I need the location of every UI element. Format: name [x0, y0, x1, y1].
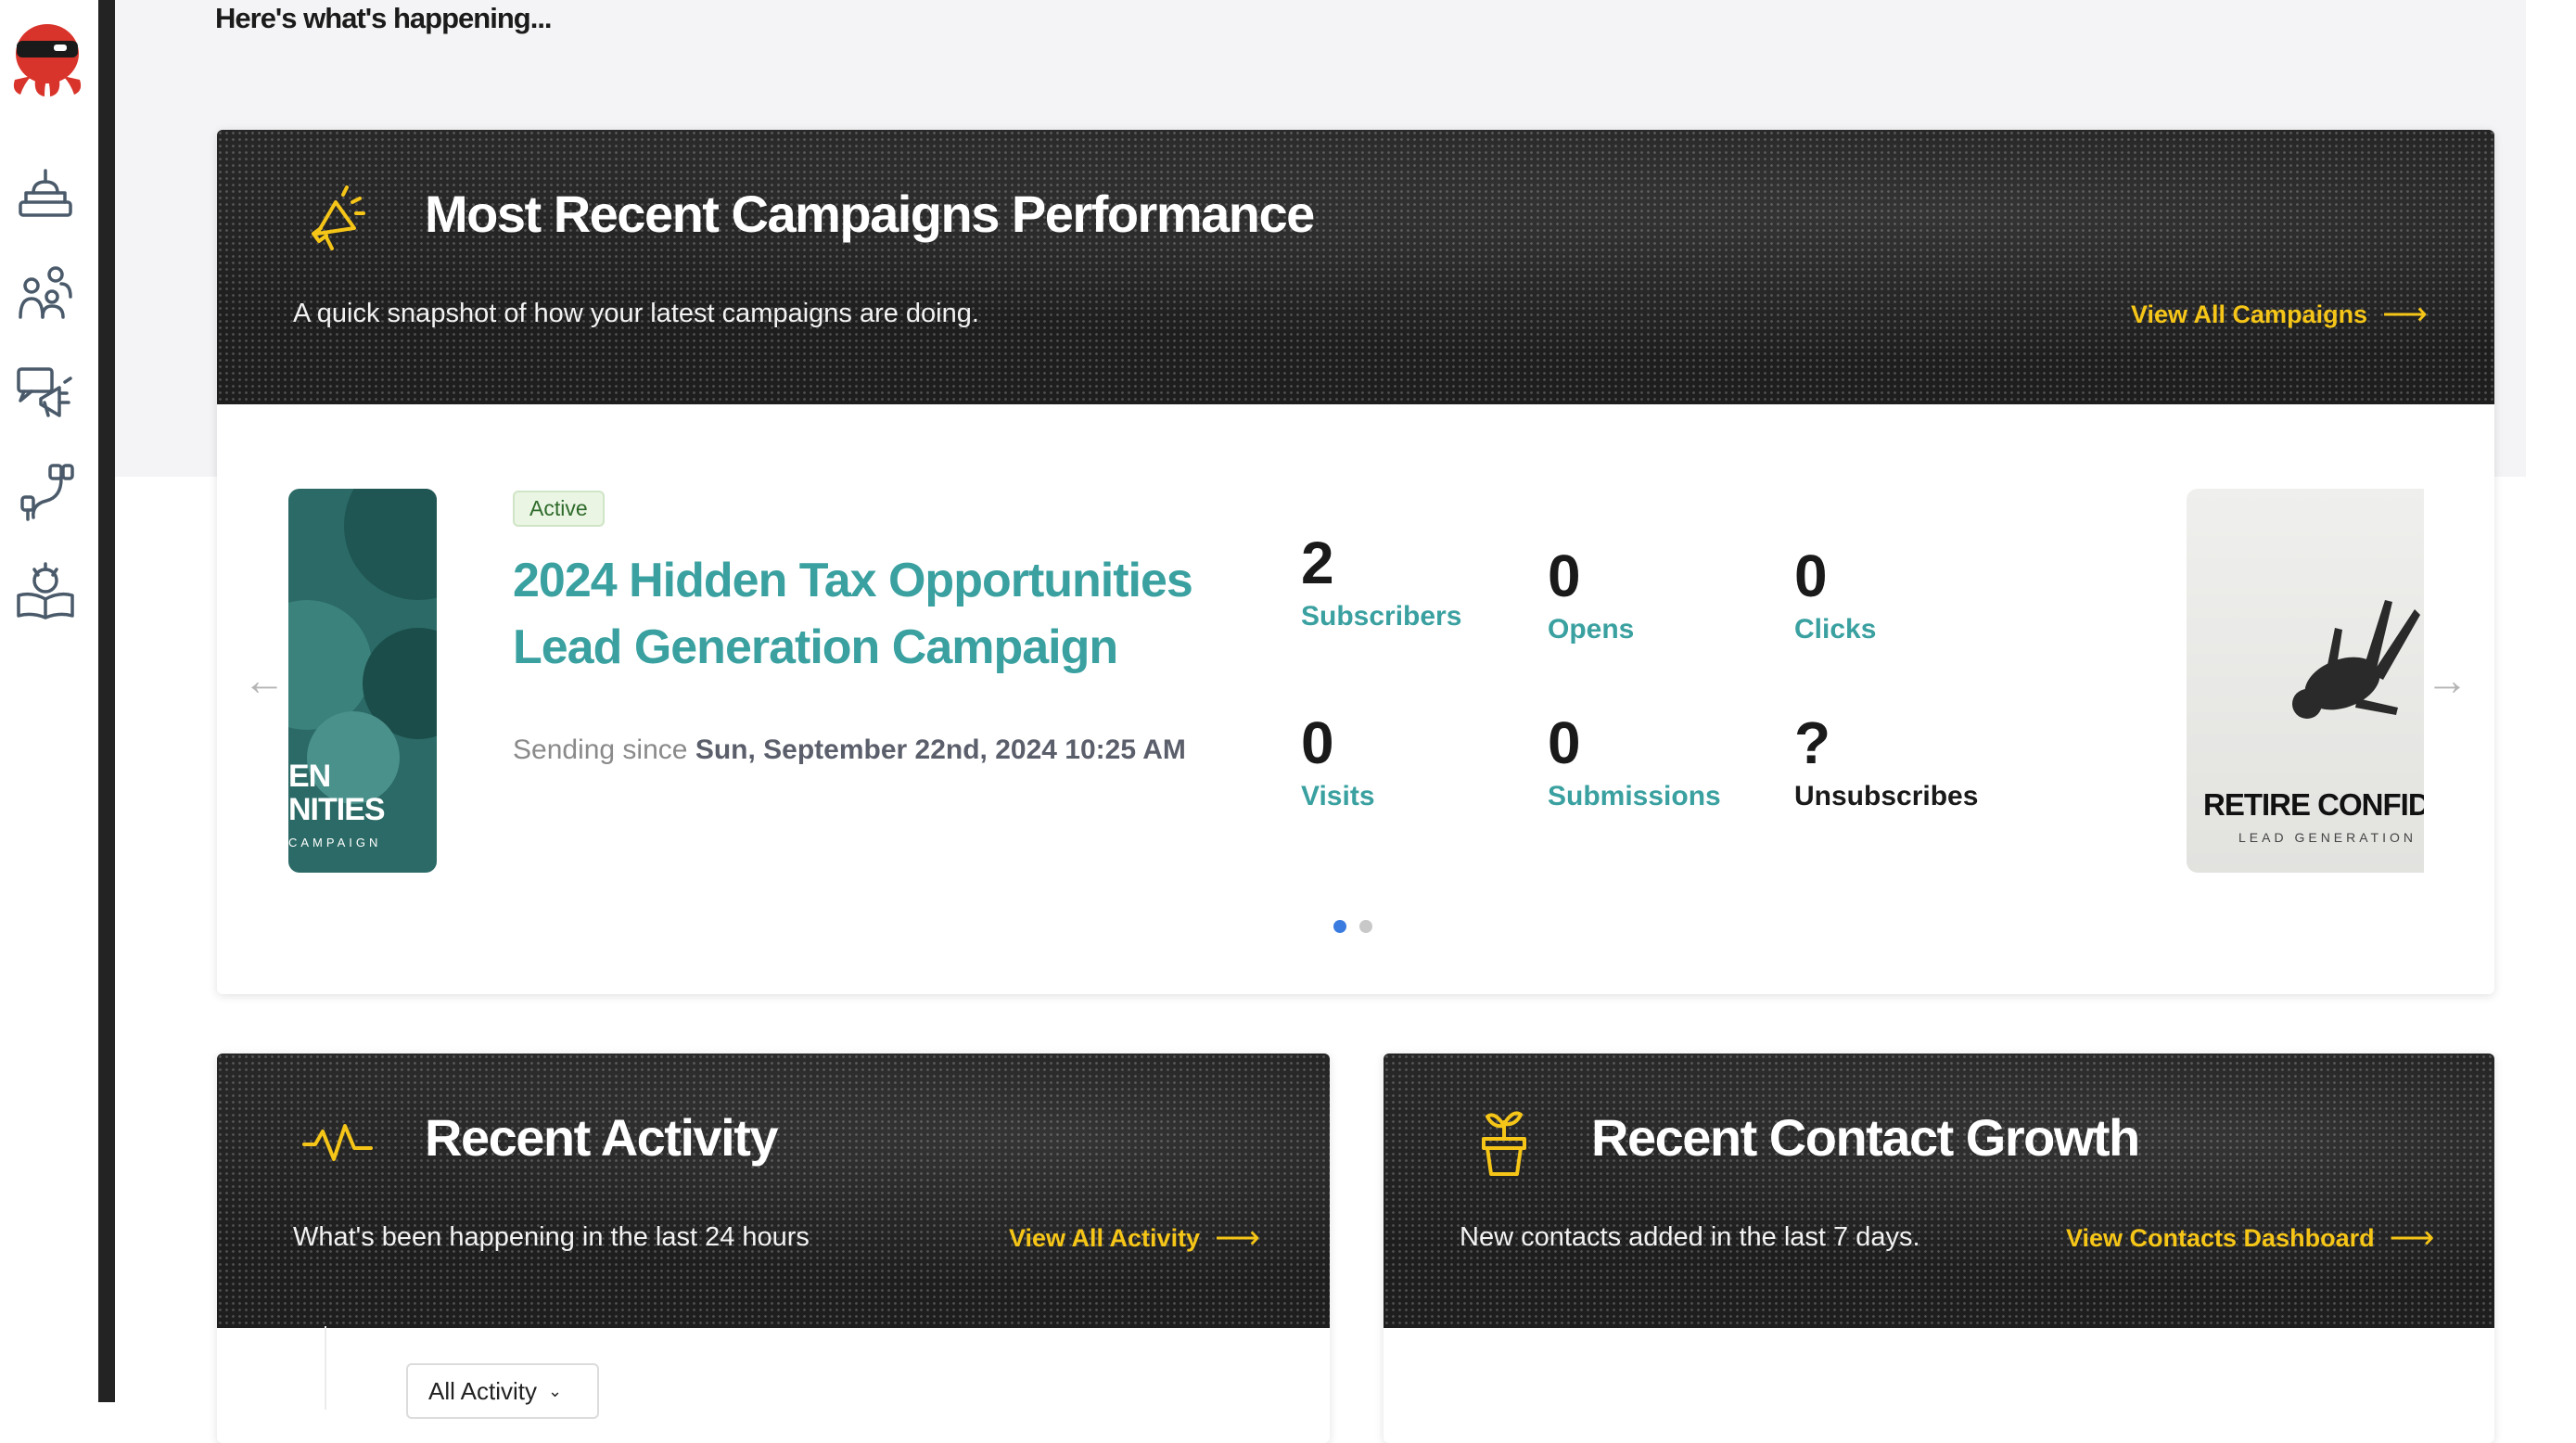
- recent-activity-card: Recent Activity What's been happening in…: [217, 1054, 1330, 1443]
- sidebar-item-automation[interactable]: [13, 460, 78, 525]
- sidebar-item-learning[interactable]: [13, 560, 78, 625]
- campaigns-megaphone-icon: [17, 367, 72, 417]
- campaign-thumbnail[interactable]: EN NITIES CAMPAIGN: [288, 489, 437, 873]
- campaigns-card-title: Most Recent Campaigns Performance: [425, 185, 1315, 243]
- recent-activity-header: Recent Activity What's been happening in…: [217, 1054, 1330, 1328]
- arrow-right-icon: ⟶: [2382, 297, 2428, 332]
- next-campaign-thumbnail[interactable]: RETIRE CONFIDENTLY LEAD GENERATION: [2187, 489, 2424, 873]
- dashboard-inbox-icon: [19, 169, 72, 217]
- stat-label: Opens: [1548, 614, 1635, 645]
- falling-figure-image: [2292, 600, 2420, 719]
- greeting: Here's what's happening...: [215, 2, 553, 34]
- stat-value: 0: [1548, 709, 1581, 776]
- sidebar-item-dashboard[interactable]: [13, 160, 78, 224]
- recent-activity-title: Recent Activity: [425, 1108, 779, 1167]
- campaign-title-link[interactable]: 2024 Hidden Tax Opportunities Lead Gener…: [513, 547, 1218, 681]
- stat-opens[interactable]: 0 Opens: [1548, 543, 1634, 645]
- sending-since: Sending since Sun, September 22nd, 2024 …: [513, 734, 1186, 766]
- stat-unsubscribes: ? Unsubscribes: [1794, 710, 1978, 812]
- contacts-group-icon: [19, 266, 72, 319]
- megaphone-icon: [300, 180, 375, 254]
- stat-value: 0: [1548, 543, 1581, 609]
- stat-subscribers[interactable]: 2 Subscribers: [1301, 530, 1461, 632]
- stat-label: Unsubscribes: [1794, 781, 1979, 811]
- automation-flow-icon: [20, 464, 74, 521]
- stat-visits[interactable]: 0 Visits: [1301, 710, 1375, 812]
- activity-filter-select[interactable]: All Activity ⌄: [406, 1363, 599, 1419]
- view-all-campaigns-label: View All Campaigns: [2131, 300, 2368, 328]
- contact-growth-title: Recent Contact Growth: [1591, 1108, 2140, 1167]
- carousel-prev-button[interactable]: ←: [243, 655, 286, 705]
- arrow-right-icon: ⟶: [2389, 1220, 2435, 1256]
- carousel-dot-2[interactable]: [1359, 920, 1372, 933]
- stat-label: Subscribers: [1301, 601, 1462, 632]
- stat-value: 0: [1794, 543, 1828, 609]
- stat-label: Clicks: [1794, 614, 1877, 645]
- sidebar-item-campaigns[interactable]: [13, 360, 78, 425]
- next-campaign-subtitle: LEAD GENERATION: [2238, 830, 2417, 845]
- campaign-thumbnail-text: EN NITIES CAMPAIGN: [288, 759, 386, 849]
- contact-growth-subtitle: New contacts added in the last 7 days.: [1460, 1222, 1920, 1252]
- sending-since-date: Sun, September 22nd, 2024 10:25 AM: [695, 734, 1186, 765]
- activity-pulse-icon: [300, 1104, 375, 1178]
- view-all-campaigns-link[interactable]: View All Campaigns ⟶: [2131, 299, 2428, 330]
- status-badge: Active: [513, 491, 605, 527]
- stat-submissions[interactable]: 0 Submissions: [1548, 710, 1721, 812]
- sidebar-item-contacts[interactable]: [13, 260, 78, 325]
- activity-filter-value: All Activity: [428, 1376, 538, 1405]
- carousel-dot-1[interactable]: [1333, 920, 1346, 933]
- view-contacts-dashboard-label: View Contacts Dashboard: [2066, 1223, 2375, 1252]
- recent-activity-subtitle: What's been happening in the last 24 hou…: [293, 1222, 810, 1252]
- stat-label: Visits: [1301, 781, 1375, 811]
- arrow-right-icon: ⟶: [1215, 1220, 1260, 1256]
- next-campaign-title: RETIRE CONFIDENTLY: [2203, 787, 2424, 822]
- sidebar: [0, 0, 115, 1402]
- stat-value: 0: [1301, 709, 1334, 776]
- view-contacts-dashboard-link[interactable]: View Contacts Dashboard ⟶: [2066, 1222, 2434, 1254]
- chevron-down-icon: ⌄: [548, 1381, 563, 1400]
- view-all-activity-link[interactable]: View All Activity ⟶: [1009, 1222, 1260, 1254]
- stat-value: ?: [1794, 709, 1831, 776]
- stat-clicks[interactable]: 0 Clicks: [1794, 543, 1876, 645]
- contact-growth-header: Recent Contact Growth New contacts added…: [1384, 1054, 2494, 1328]
- carousel-next-button[interactable]: →: [2426, 655, 2468, 705]
- campaigns-card-header: Most Recent Campaigns Performance A quic…: [217, 130, 2494, 404]
- ninja-logo[interactable]: [7, 15, 87, 98]
- activity-divider: [325, 1326, 326, 1410]
- plant-pot-icon: [1467, 1104, 1541, 1178]
- contact-growth-card: Recent Contact Growth New contacts added…: [1384, 1054, 2494, 1443]
- view-all-activity-label: View All Activity: [1009, 1223, 1201, 1252]
- stat-label: Submissions: [1548, 781, 1721, 811]
- learning-book-icon: [17, 562, 74, 619]
- campaigns-card-subtitle: A quick snapshot of how your latest camp…: [293, 299, 979, 328]
- sending-since-label: Sending since: [513, 734, 688, 765]
- stat-value: 2: [1301, 530, 1334, 596]
- carousel-dots: [1333, 920, 1372, 933]
